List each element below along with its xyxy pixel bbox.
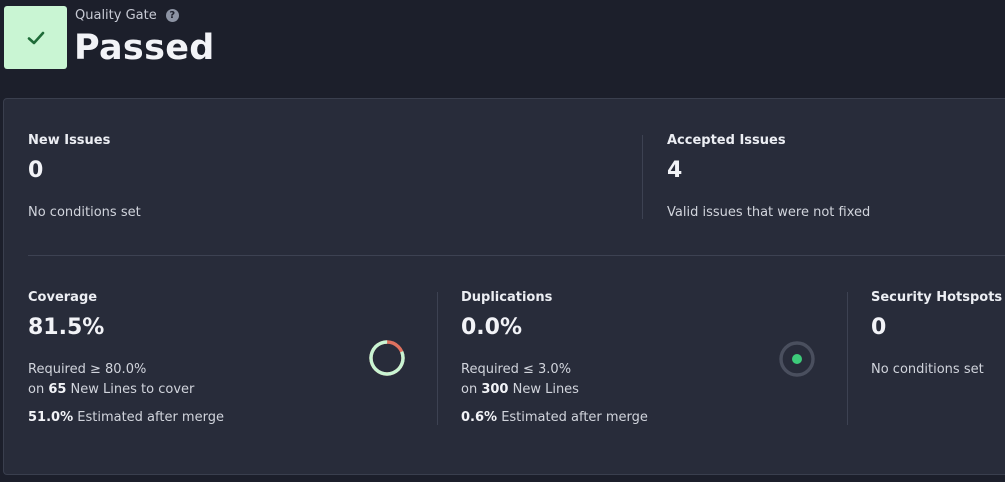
security-hotspots-title: Security Hotspots: [871, 290, 1003, 305]
quality-gate-label: Quality Gate: [75, 8, 157, 23]
duplications-estimate: 0.6% Estimated after merge: [461, 410, 648, 425]
duplications-new-lines: on 300 New Lines: [461, 382, 579, 397]
new-issues-value[interactable]: 0: [28, 158, 43, 183]
quality-gate-badge: [4, 6, 67, 69]
duplications-lines-count: 300: [481, 382, 509, 397]
duplications-indicator-icon: [779, 341, 815, 377]
section-divider: [28, 255, 1005, 256]
security-hotspots-description: No conditions set: [871, 362, 984, 377]
accepted-issues-value[interactable]: 4: [667, 158, 682, 183]
duplications-title: Duplications: [461, 290, 553, 305]
divider: [437, 292, 438, 425]
coverage-lines-count: 65: [48, 382, 67, 397]
metrics-panel: New Issues 0 No conditions set Accepted …: [3, 98, 1005, 475]
coverage-estimate-value: 51.0%: [28, 410, 74, 425]
accepted-issues-description: Valid issues that were not fixed: [667, 205, 871, 220]
check-icon: [27, 31, 44, 44]
new-issues-title: New Issues: [28, 133, 111, 148]
coverage-estimate: 51.0% Estimated after merge: [28, 410, 224, 425]
coverage-ring-icon: [369, 340, 405, 376]
coverage-value[interactable]: 81.5%: [28, 315, 104, 340]
accepted-issues-title: Accepted Issues: [667, 133, 786, 148]
divider: [847, 292, 848, 425]
coverage-title: Coverage: [28, 290, 98, 305]
duplications-required: Required ≤ 3.0%: [461, 362, 572, 377]
new-issues-description: No conditions set: [28, 205, 141, 220]
security-hotspots-value[interactable]: 0: [871, 315, 886, 340]
coverage-required: Required ≥ 80.0%: [28, 362, 147, 377]
help-icon[interactable]: ?: [165, 9, 179, 22]
duplications-estimate-value: 0.6%: [461, 410, 498, 425]
divider: [642, 135, 643, 219]
quality-gate-status: Passed: [74, 28, 215, 68]
quality-gate-header: Quality Gate ?: [75, 8, 179, 23]
duplications-value[interactable]: 0.0%: [461, 315, 522, 340]
coverage-new-lines: on 65 New Lines to cover: [28, 382, 195, 397]
